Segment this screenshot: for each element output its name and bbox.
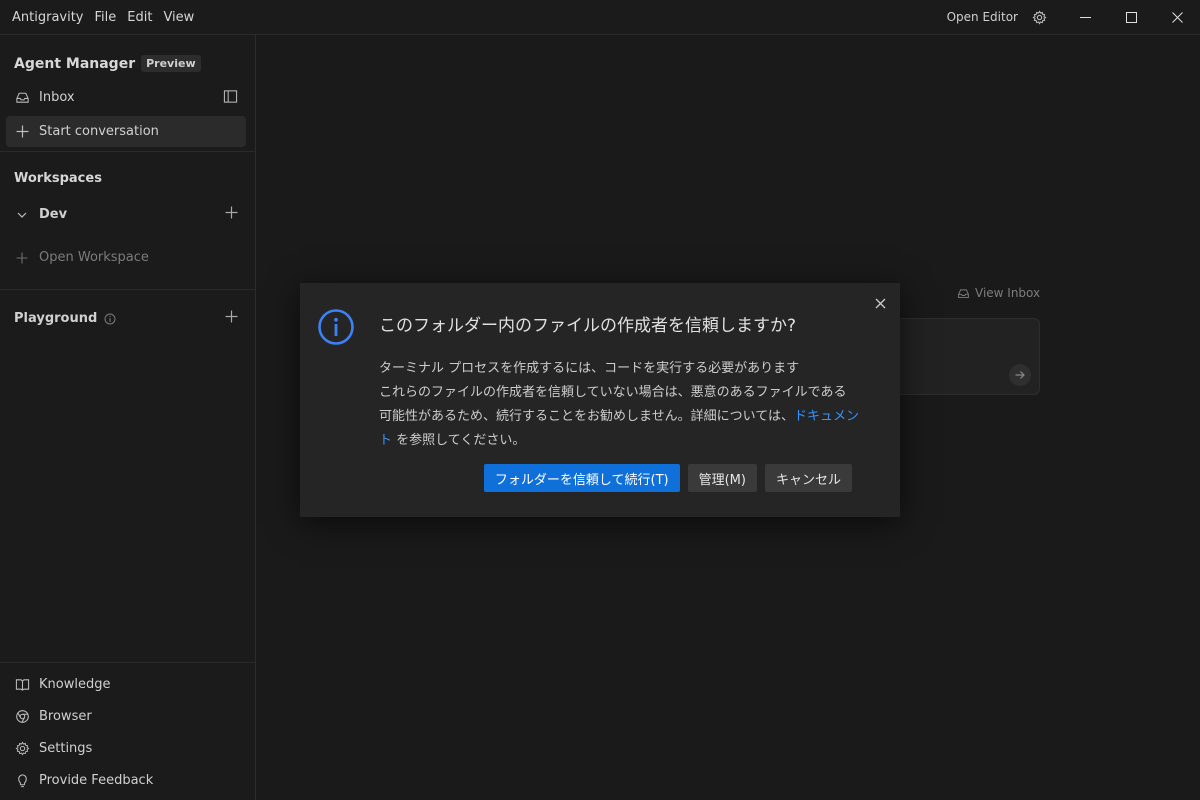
sidebar-header: Agent Manager Preview — [14, 55, 201, 72]
message-input[interactable] — [880, 318, 1040, 395]
book-icon — [14, 677, 30, 693]
menu-file[interactable]: File — [95, 10, 117, 25]
chevron-down-icon — [14, 207, 30, 223]
sidebar-item-browser[interactable]: Browser — [6, 701, 246, 732]
divider — [0, 289, 255, 290]
workspaces-title: Workspaces — [14, 171, 102, 186]
sidebar-item-inbox[interactable]: Inbox — [6, 82, 246, 113]
dialog-buttons: フォルダーを信頼して続行(T) 管理(M) キャンセル — [483, 464, 852, 492]
manage-button[interactable]: 管理(M) — [687, 464, 757, 492]
playground-title: Playground — [14, 311, 98, 326]
info-icon — [317, 308, 355, 350]
close-icon[interactable] — [872, 295, 888, 311]
workspace-label: Dev — [39, 207, 68, 222]
sidebar-item-feedback[interactable]: Provide Feedback — [6, 765, 246, 796]
view-inbox-link[interactable]: View Inbox — [957, 286, 1040, 300]
sidebar-item-settings[interactable]: Settings — [6, 733, 246, 764]
divider — [0, 151, 255, 152]
toggle-sidebar-icon[interactable] — [223, 89, 238, 108]
cancel-button[interactable]: キャンセル — [764, 464, 852, 492]
menu-edit[interactable]: Edit — [127, 10, 152, 25]
sidebar-item-label: Inbox — [39, 90, 75, 105]
sidebar-item-knowledge[interactable]: Knowledge — [6, 669, 246, 700]
sidebar-item-label: Knowledge — [39, 677, 111, 692]
open-editor-button[interactable]: Open Editor — [947, 10, 1018, 24]
preview-badge: Preview — [141, 55, 201, 72]
trust-folder-button[interactable]: フォルダーを信頼して続行(T) — [483, 464, 680, 492]
info-icon[interactable] — [102, 311, 118, 327]
menu-bar: Antigravity File Edit View — [0, 10, 194, 25]
view-inbox-label: View Inbox — [975, 286, 1041, 300]
dialog-heading: このフォルダー内のファイルの作成者を信頼しますか? — [379, 316, 797, 336]
add-playground-icon[interactable] — [225, 310, 238, 327]
sidebar-item-label: Settings — [39, 741, 93, 756]
close-window-button[interactable] — [1154, 0, 1200, 35]
minimize-button[interactable] — [1062, 0, 1108, 35]
gear-icon[interactable] — [1026, 4, 1052, 30]
sidebar-item-label: Start conversation — [39, 124, 159, 139]
browser-icon — [14, 709, 30, 725]
sidebar-item-label: Provide Feedback — [39, 773, 154, 788]
maximize-button[interactable] — [1108, 0, 1154, 35]
open-workspace-button[interactable]: Open Workspace — [6, 242, 246, 273]
plus-icon — [14, 124, 30, 140]
workspace-dev[interactable]: Dev — [6, 199, 246, 230]
dialog-line-2: これらのファイルの作成者を信頼していない場合は、悪意のあるファイルである可能性が… — [379, 381, 859, 453]
gear-icon — [14, 741, 30, 757]
menu-view[interactable]: View — [163, 10, 194, 25]
send-arrow-icon[interactable] — [1009, 364, 1031, 386]
trust-dialog: このフォルダー内のファイルの作成者を信頼しますか? ターミナル プロセスを作成す… — [300, 283, 900, 517]
title-bar: Antigravity File Edit View Open Editor — [0, 0, 1200, 35]
inbox-icon — [958, 288, 969, 298]
playground-section[interactable]: Playground — [6, 303, 246, 334]
dialog-detail: ターミナル プロセスを作成するには、コードを実行する必要があります これらのファ… — [379, 357, 859, 453]
sidebar-item-label: Open Workspace — [39, 250, 149, 265]
dialog-text: を参照してください。 — [392, 433, 526, 448]
dialog-text: これらのファイルの作成者を信頼していない場合は、悪意のあるファイルである可能性が… — [379, 385, 847, 424]
add-workspace-item-icon[interactable] — [225, 206, 238, 223]
lightbulb-icon — [14, 773, 30, 789]
dialog-line-1: ターミナル プロセスを作成するには、コードを実行する必要があります — [379, 361, 800, 376]
app-name: Antigravity — [12, 9, 84, 25]
divider — [0, 662, 255, 663]
sidebar-title: Agent Manager — [14, 55, 136, 72]
inbox-icon — [14, 90, 30, 106]
sidebar: Agent Manager Preview Inbox Start conver… — [0, 35, 256, 800]
plus-icon — [14, 250, 30, 266]
start-conversation-button[interactable]: Start conversation — [6, 116, 246, 147]
sidebar-item-label: Browser — [39, 709, 92, 724]
